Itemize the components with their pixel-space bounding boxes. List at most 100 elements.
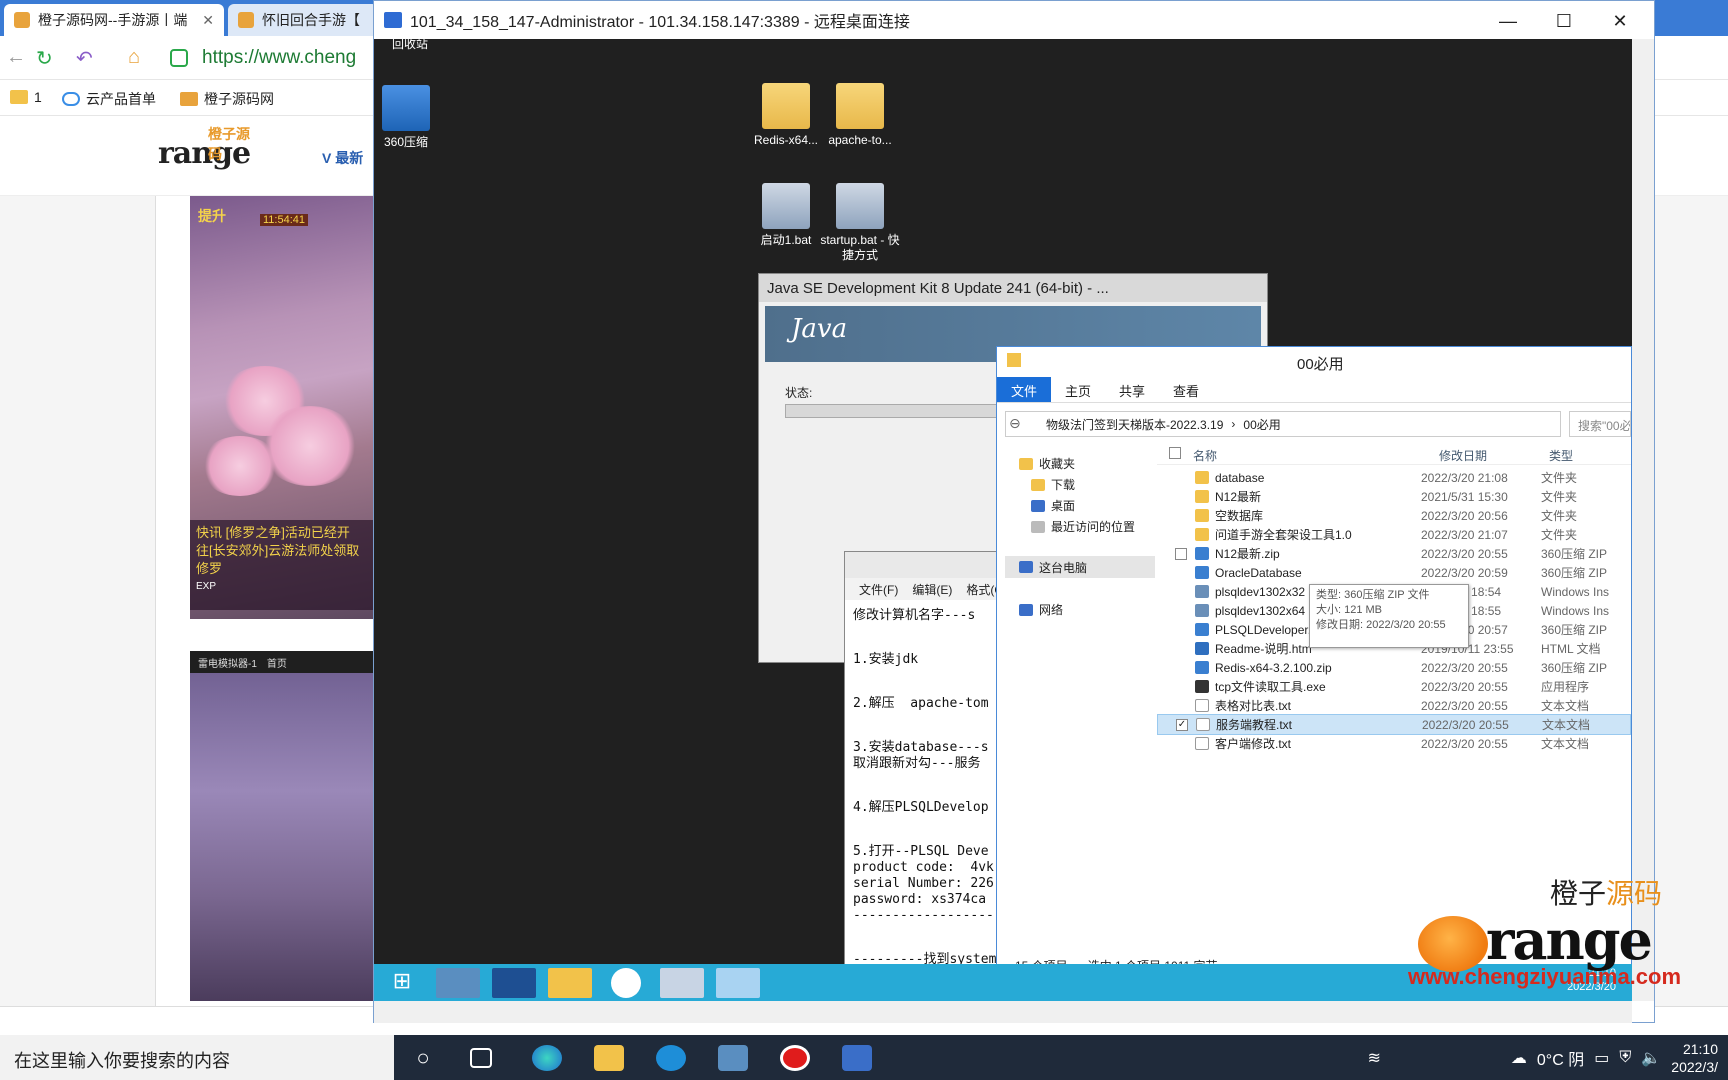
menu-edit[interactable]: 编辑(E) [912,581,952,598]
browser-tab-active[interactable]: 橙子源码网--手游源丨端 ✕ [4,4,224,36]
desktop-icon-bat[interactable]: 启动1.bat [746,183,826,248]
nav-this-pc[interactable]: 这台电脑 [1005,556,1155,578]
explorer-search-input[interactable]: 搜索"00必 [1569,411,1631,437]
file-row[interactable]: N12最新.zip 2022/3/20 20:55 360压缩 ZIP [1157,543,1631,564]
settings-taskbar-icon[interactable] [660,968,704,998]
explorer-taskbar-icon[interactable] [548,968,592,998]
bookmark-label: 云产品首单 [86,91,156,107]
desktop-icon-startup[interactable]: startup.bat - 快捷方式 [820,183,900,263]
close-tab-icon[interactable]: ✕ [202,12,214,29]
nav-desktop[interactable]: 桌面 [1031,497,1075,514]
cortana-icon[interactable]: ○ [408,1045,438,1071]
nav-favorites[interactable]: 收藏夹 [1019,455,1075,472]
ribbon-tab-share[interactable]: 共享 [1105,377,1159,402]
file-row[interactable]: 表格对比表.txt 2022/3/20 20:55 文本文档 [1157,695,1631,716]
folder-file-icon [1195,490,1209,503]
desktop-icon-360zip[interactable]: 360压缩 [366,85,446,150]
rdp-title-bar[interactable]: 101_34_158_147-Administrator - 101.34.15… [374,1,1654,39]
file-explorer-icon[interactable] [594,1045,624,1071]
notepad-taskbar-icon[interactable] [716,968,760,998]
security-shield-icon[interactable]: ⛨ [1619,1049,1631,1067]
txt-file-icon [1195,699,1209,712]
file-date: 2022/3/20 21:07 [1421,527,1508,542]
weather-text[interactable]: 0°C 阴 [1537,1046,1584,1070]
record-icon[interactable] [780,1045,810,1071]
volume-icon[interactable]: 🔈 [1641,1048,1661,1068]
desktop-icon-apache[interactable]: apache-to... [820,83,900,148]
rdp-vertical-scrollbar[interactable] [1632,39,1654,1001]
ribbon-tab-file[interactable]: 文件 [997,377,1052,402]
remote-desktop-icon[interactable] [718,1045,748,1071]
rdp-horizontal-scrollbar[interactable] [374,1001,1632,1023]
exe-file-icon [1195,680,1209,693]
menu-file[interactable]: 文件(F) [859,581,898,598]
bookmark-cloud[interactable]: 云产品首单 [62,89,156,109]
browser-tab[interactable]: 怀旧回合手游【 [228,4,378,36]
bookmark-folder[interactable]: 1 [10,89,42,105]
column-date[interactable]: 修改日期 [1439,447,1487,464]
taskbar-clock[interactable]: 21:10 2022/3/ [1671,1040,1718,1076]
row-checkbox[interactable] [1175,547,1187,560]
breadcrumb-parent[interactable]: 物级法门签到天梯版本-2022.3.19 [1046,416,1223,433]
taskbar-search-input[interactable]: 在这里输入你要搜索的内容 [0,1035,394,1080]
file-row[interactable]: OracleDatabase 2022/3/20 20:59 360压缩 ZIP [1157,562,1631,583]
column-type[interactable]: 类型 [1549,447,1573,464]
maximize-icon[interactable]: ☐ [1536,7,1592,35]
home-icon[interactable]: ⌂ [128,46,140,69]
site-favicon-icon [180,92,198,106]
wifi-icon[interactable]: ≋ [1368,1048,1381,1068]
bookmark-site[interactable]: 橙子源码网 [180,89,274,109]
nav-label: 收藏夹 [1039,457,1076,471]
server-manager-icon[interactable] [436,968,480,998]
home-label[interactable]: 首页 [267,655,287,670]
nav-downloads[interactable]: 下载 [1031,476,1075,493]
windows-start-icon[interactable]: ⊞ [380,968,424,998]
row-checkbox[interactable]: ✓ [1176,718,1188,731]
file-row[interactable]: Redis-x64-3.2.100.zip 2022/3/20 20:55 360压… [1157,657,1631,678]
column-name[interactable]: 名称 [1193,447,1217,464]
file-type: 文本文档 [1541,737,1590,751]
explorer-title-bar[interactable]: 00必用 [997,347,1631,377]
file-row[interactable]: 空数据库 2022/3/20 20:56 文件夹 [1157,505,1631,526]
app-taskbar-icon[interactable] [611,968,641,998]
host-taskbar: 在这里输入你要搜索的内容 ○ ≋ ☁ 0°C 阴 ▭ ⛨ 🔈 21:10 202… [0,1035,1728,1080]
refresh-icon[interactable]: ↻ [36,46,53,71]
skype-icon[interactable] [656,1045,686,1071]
file-type: 360压缩 ZIP [1541,547,1608,561]
edge-browser-icon[interactable] [532,1045,562,1071]
nav-recent[interactable]: 最近访问的位置 [1031,518,1135,535]
undo-icon[interactable]: ↶ [76,46,93,71]
explorer-address-bar[interactable]: 物级法门签到天梯版本-2022.3.19 › 00必用 [1005,411,1561,437]
back-arrow-icon[interactable]: ← [6,46,26,69]
address-bar[interactable]: https://www.cheng [170,44,390,72]
file-row[interactable]: database 2022/3/20 21:08 文件夹 [1157,467,1631,488]
file-row[interactable]: N12最新 2021/5/31 15:30 文件夹 [1157,486,1631,507]
system-tray: ≋ ☁ 0°C 阴 ▭ ⛨ 🔈 21:10 2022/3/ [1368,1035,1728,1080]
file-row[interactable]: 客户端修改.txt 2022/3/20 20:55 文本文档 [1157,733,1631,754]
file-name: database [1215,470,1265,485]
rdp-taskbar-icon[interactable] [842,1045,872,1071]
minimize-icon[interactable]: — [1480,7,1536,35]
explorer-title-text: 00必用 [1297,356,1344,373]
file-row[interactable]: ✓ 服务端教程.txt 2022/3/20 20:55 文本文档 [1157,714,1631,735]
nav-network[interactable]: 网络 [1019,601,1063,618]
site-nav-item[interactable]: V 最新 [322,148,363,168]
file-row[interactable]: tcp文件读取工具.exe 2022/3/20 20:55 应用程序 [1157,676,1631,697]
file-date: 2022/3/20 21:08 [1421,470,1508,485]
task-view-icon[interactable] [470,1048,492,1068]
close-icon[interactable]: ✕ [1592,7,1648,35]
ribbon-tab-view[interactable]: 查看 [1159,377,1213,402]
ribbon-tab-home[interactable]: 主页 [1051,377,1105,402]
remote-desktop: 回收站 360压缩 Redis-x64... apache-to... 启动1.… [374,37,1632,1001]
batch-file-gear-icon [762,183,810,229]
site-logo[interactable]: range 橙子源码 [158,127,251,171]
select-all-checkbox[interactable] [1169,447,1181,459]
jdk-title-bar[interactable]: Java SE Development Kit 8 Update 241 (64… [759,274,1267,302]
network-icon[interactable]: ▭ [1594,1048,1609,1068]
breadcrumb-current[interactable]: 00必用 [1243,416,1280,433]
desktop-icon-redis[interactable]: Redis-x64... [746,83,826,148]
file-row[interactable]: 问道手游全套架设工具1.0 2022/3/20 21:07 文件夹 [1157,524,1631,545]
powershell-icon[interactable] [492,968,536,998]
game-timer: 11:54:41 [260,214,309,226]
recycle-bin-label: 回收站 [392,37,429,51]
